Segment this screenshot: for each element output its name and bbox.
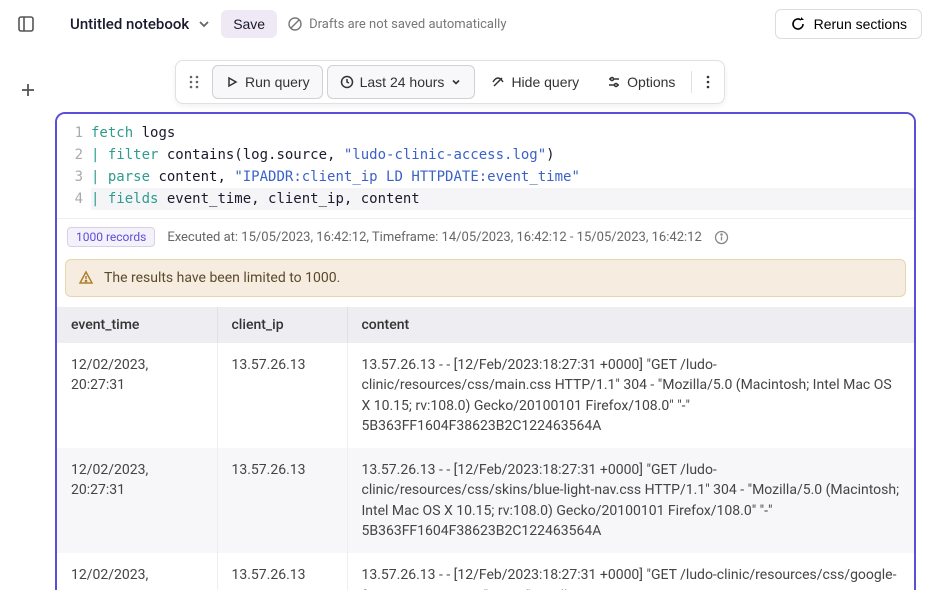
cell-content: 13.57.26.13 - - [12/Feb/2023:18:27:31 +0…: [347, 448, 914, 553]
timeframe-button[interactable]: Last 24 hours: [327, 65, 476, 99]
main-content: Run query Last 24 hours Hide query: [55, 48, 934, 590]
column-header[interactable]: content: [347, 307, 914, 343]
options-button[interactable]: Options: [595, 66, 687, 98]
run-query-button[interactable]: Run query: [212, 65, 323, 99]
cell-content: 13.57.26.13 - - [12/Feb/2023:18:27:31 +0…: [347, 343, 914, 448]
query-editor[interactable]: 1 2 3 4 fetch logs | filter contains(log…: [57, 114, 914, 219]
hide-icon: [491, 75, 505, 89]
line-number: 3: [57, 166, 83, 188]
query-toolbar: Run query Last 24 hours Hide query: [175, 60, 725, 104]
draft-status-text: Drafts are not saved automatically: [309, 17, 506, 32]
column-header[interactable]: client_ip: [217, 307, 347, 343]
query-section: 1 2 3 4 fetch logs | filter contains(log…: [55, 112, 916, 590]
warning-text: The results have been limited to 1000.: [104, 270, 340, 286]
info-icon[interactable]: [714, 230, 729, 245]
chevron-down-icon: [450, 76, 462, 88]
add-section-column: [0, 48, 55, 590]
chevron-down-icon: [197, 17, 211, 31]
rerun-sections-button[interactable]: Rerun sections: [775, 9, 922, 39]
cell-client-ip: 13.57.26.13: [217, 343, 347, 448]
refresh-icon: [790, 16, 806, 32]
cell-client-ip: 13.57.26.13: [217, 553, 347, 590]
cell-content: 13.57.26.13 - - [12/Feb/2023:18:27:31 +0…: [347, 553, 914, 590]
header-bar: Untitled notebook Save Drafts are not sa…: [0, 0, 934, 48]
rerun-label: Rerun sections: [814, 16, 907, 32]
line-gutter: 1 2 3 4: [57, 114, 91, 218]
cell-event-time: 12/02/2023, 20:27:31: [57, 553, 217, 590]
cell-event-time: 12/02/2023, 20:27:31: [57, 448, 217, 553]
play-icon: [225, 75, 239, 89]
warning-icon: [78, 270, 94, 286]
options-label: Options: [627, 74, 675, 90]
add-section-button[interactable]: [14, 76, 42, 104]
clock-icon: [340, 75, 354, 89]
table-row[interactable]: 12/02/2023, 20:27:31 13.57.26.13 13.57.2…: [57, 343, 914, 448]
hide-query-button[interactable]: Hide query: [479, 66, 591, 98]
line-number: 4: [57, 188, 83, 210]
more-menu-button[interactable]: [696, 67, 720, 97]
draft-status: Drafts are not saved automatically: [287, 16, 506, 32]
cell-client-ip: 13.57.26.13: [217, 448, 347, 553]
hide-query-label: Hide query: [511, 74, 579, 90]
limit-warning-banner: The results have been limited to 1000.: [65, 259, 906, 297]
more-vertical-icon: [706, 75, 710, 89]
cell-event-time: 12/02/2023, 20:27:31: [57, 343, 217, 448]
sliders-icon: [607, 75, 621, 89]
toolbar-divider: [691, 71, 692, 93]
execution-timestamp: Executed at: 15/05/2023, 16:42:12, Timef…: [167, 230, 701, 245]
notebook-title-group[interactable]: Untitled notebook: [70, 15, 211, 33]
records-badge[interactable]: 1000 records: [67, 227, 155, 247]
line-number: 2: [57, 144, 83, 166]
notebook-title: Untitled notebook: [70, 15, 189, 33]
run-query-label: Run query: [245, 74, 310, 90]
execution-meta: 1000 records Executed at: 15/05/2023, 16…: [57, 219, 914, 255]
table-row[interactable]: 12/02/2023, 20:27:31 13.57.26.13 13.57.2…: [57, 553, 914, 590]
timeframe-label: Last 24 hours: [360, 74, 445, 90]
column-header[interactable]: event_time: [57, 307, 217, 343]
table-row[interactable]: 12/02/2023, 20:27:31 13.57.26.13 13.57.2…: [57, 448, 914, 553]
code-content: fetch logs | filter contains(log.source,…: [91, 114, 914, 218]
sidebar-toggle-icon[interactable]: [12, 10, 40, 38]
line-number: 1: [57, 122, 83, 144]
results-table: event_time client_ip content 12/02/2023,…: [57, 307, 914, 590]
unsaved-icon: [287, 16, 303, 32]
save-button[interactable]: Save: [221, 10, 277, 38]
drag-handle-icon[interactable]: [180, 68, 208, 96]
